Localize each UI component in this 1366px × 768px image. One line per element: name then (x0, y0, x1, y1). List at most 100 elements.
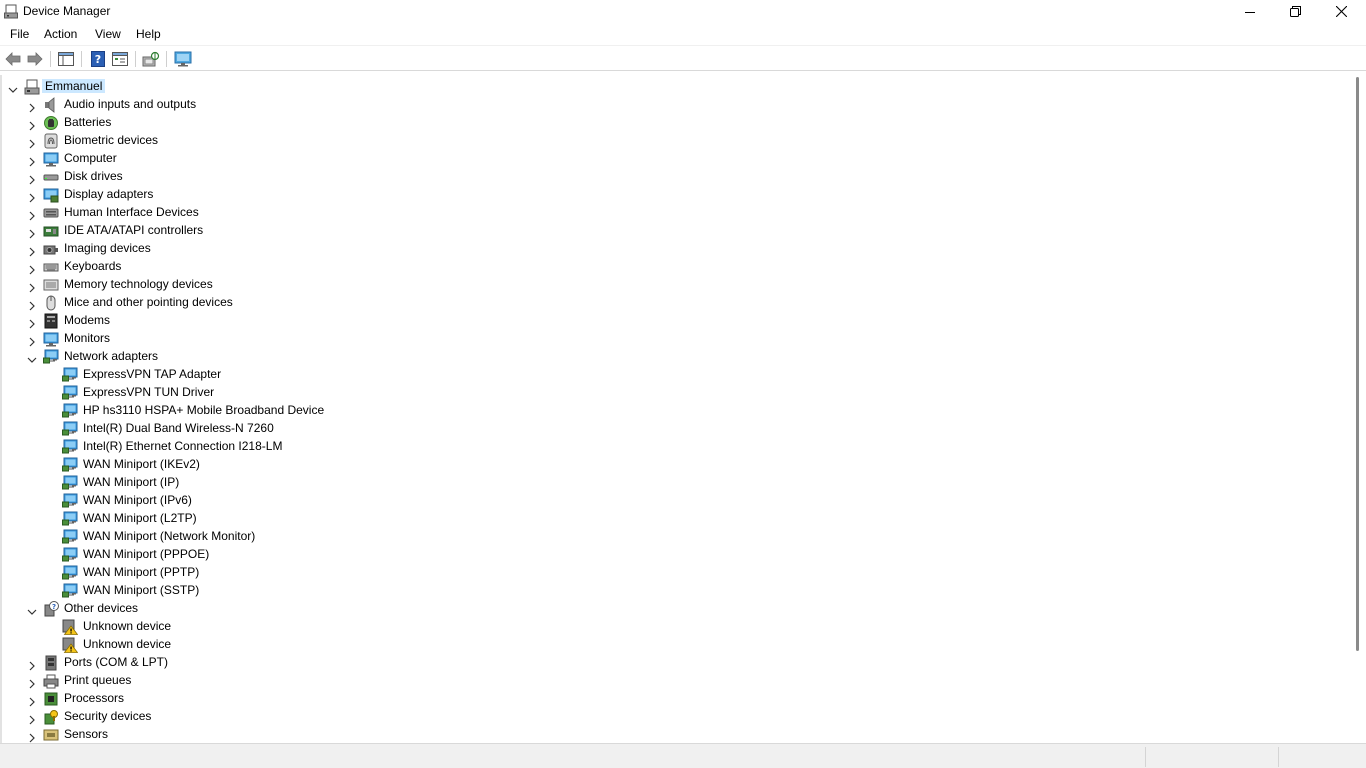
tree-node[interactable]: Sensors (2, 725, 1342, 743)
tree-node[interactable]: Display adapters (2, 185, 1342, 203)
forward-button[interactable] (25, 50, 45, 68)
tree-node-label: Imaging devices (64, 241, 151, 255)
tree-node[interactable]: ? Other devices (2, 599, 1342, 617)
menu-view[interactable]: View (95, 27, 121, 41)
tree-node[interactable]: Batteries (2, 113, 1342, 131)
tree-node[interactable]: Mice and other pointing devices (2, 293, 1342, 311)
tree-node[interactable]: Network adapters (2, 347, 1342, 365)
add-legacy-hardware-button[interactable] (173, 50, 193, 68)
tree-node-label: Memory technology devices (64, 277, 213, 291)
tree-node-label: Biometric devices (64, 133, 159, 147)
chevron-right-icon (29, 697, 35, 707)
tree-node[interactable]: Imaging devices (2, 239, 1342, 257)
network-adapter-icon (62, 511, 78, 526)
monitor-icon (43, 332, 59, 347)
tree-node-label: Display adapters (64, 187, 154, 201)
tree-node-label: Monitors (64, 331, 111, 345)
tree-node-label: WAN Miniport (L2TP) (83, 511, 197, 525)
help-button[interactable]: ? (88, 50, 108, 68)
tree-node[interactable]: HP hs3110 HSPA+ Mobile Broadband Device (2, 401, 1342, 419)
modem-icon (44, 313, 58, 329)
tree-node[interactable]: WAN Miniport (IKEv2) (2, 455, 1342, 473)
tree-node[interactable]: WAN Miniport (PPPOE) (2, 545, 1342, 563)
tree-node[interactable]: Keyboards (2, 257, 1342, 275)
network-adapter-icon (62, 475, 78, 490)
scrollbar-thumb[interactable] (1356, 77, 1359, 651)
tree-node[interactable]: Audio inputs and outputs (2, 95, 1342, 113)
processor-icon (44, 692, 58, 706)
toolbar-separator (81, 51, 82, 67)
tree-node[interactable]: WAN Miniport (SSTP) (2, 581, 1342, 599)
tree-node-label: ExpressVPN TAP Adapter (83, 367, 222, 381)
properties-button[interactable] (110, 50, 130, 68)
tree-node[interactable]: WAN Miniport (IP) (2, 473, 1342, 491)
tree-node-label: WAN Miniport (IKEv2) (83, 457, 200, 471)
keyboard-icon (43, 263, 59, 272)
tree-node-label: Network adapters (64, 349, 159, 363)
status-pane-divider (1145, 747, 1146, 767)
show-hide-console-tree-button[interactable] (56, 50, 76, 68)
minimize-button[interactable] (1227, 0, 1273, 23)
toolbar-separator (166, 51, 167, 67)
tree-node[interactable]: Intel(R) Ethernet Connection I218-LM (2, 437, 1342, 455)
tree-node[interactable]: Memory technology devices (2, 275, 1342, 293)
tree-node[interactable]: Processors (2, 689, 1342, 707)
menu-help[interactable]: Help (136, 27, 161, 41)
menu-action[interactable]: Action (44, 27, 77, 41)
tree-node[interactable]: Biometric devices (2, 131, 1342, 149)
tree-node-label: HP hs3110 HSPA+ Mobile Broadband Device (83, 403, 325, 417)
menu-file[interactable]: File (10, 27, 29, 41)
tree-node[interactable]: WAN Miniport (PPTP) (2, 563, 1342, 581)
tree-node[interactable]: Unknown device (2, 617, 1342, 635)
tree-node[interactable]: Ports (COM & LPT) (2, 653, 1342, 671)
tree-node-root[interactable]: Emmanuel (2, 77, 1342, 95)
battery-icon (44, 116, 58, 130)
tree-node-label: Intel(R) Ethernet Connection I218-LM (83, 439, 283, 453)
vertical-scrollbar[interactable] (1352, 75, 1366, 743)
tree-node[interactable]: Security devices (2, 707, 1342, 725)
tree-node[interactable]: Print queues (2, 671, 1342, 689)
tree-node[interactable]: WAN Miniport (L2TP) (2, 509, 1342, 527)
tree-node[interactable]: Modems (2, 311, 1342, 329)
tree-node[interactable]: Computer (2, 149, 1342, 167)
tree-node[interactable]: WAN Miniport (IPv6) (2, 491, 1342, 509)
tree-node[interactable]: Unknown device (2, 635, 1342, 653)
tree-node-label: Human Interface Devices (64, 205, 199, 219)
scan-hardware-changes-button[interactable] (141, 50, 161, 68)
network-adapter-icon (62, 439, 78, 454)
sensor-icon (43, 729, 59, 741)
chevron-down-icon (27, 357, 37, 363)
close-icon (1335, 6, 1347, 17)
printer-icon (43, 674, 59, 689)
ide-controller-icon (43, 226, 59, 237)
chevron-right-icon (29, 679, 35, 689)
chevron-down-icon (8, 87, 18, 93)
network-adapter-icon (62, 529, 78, 544)
tree-node[interactable]: Intel(R) Dual Band Wireless-N 7260 (2, 419, 1342, 437)
chevron-right-icon (29, 157, 35, 167)
warning-device-icon (62, 637, 78, 653)
disk-drive-icon (43, 174, 59, 181)
tree-node[interactable]: ExpressVPN TUN Driver (2, 383, 1342, 401)
tree-node[interactable]: Disk drives (2, 167, 1342, 185)
device-tree[interactable]: Emmanuel Audio inputs and outputs Batterie… (0, 75, 1352, 743)
properties-icon (112, 52, 128, 66)
tree-node[interactable]: Human Interface Devices (2, 203, 1342, 221)
tree-node[interactable]: Monitors (2, 329, 1342, 347)
restore-button[interactable] (1272, 0, 1318, 23)
help-icon: ? (91, 51, 105, 67)
tree-node[interactable]: ExpressVPN TAP Adapter (2, 365, 1342, 383)
tree-node[interactable]: IDE ATA/ATAPI controllers (2, 221, 1342, 239)
network-adapter-icon (62, 457, 78, 472)
network-adapter-icon (62, 385, 78, 400)
tree-node-label: WAN Miniport (IPv6) (83, 493, 192, 507)
port-icon (45, 655, 57, 671)
tree-node[interactable]: WAN Miniport (Network Monitor) (2, 527, 1342, 545)
network-adapter-icon (62, 367, 78, 382)
tree-node-label: Unknown device (83, 637, 172, 651)
back-button[interactable] (3, 50, 23, 68)
display-adapter-icon (43, 188, 59, 203)
close-button[interactable] (1318, 0, 1364, 23)
console-tree-icon (58, 52, 74, 66)
status-pane-divider (1278, 747, 1279, 767)
